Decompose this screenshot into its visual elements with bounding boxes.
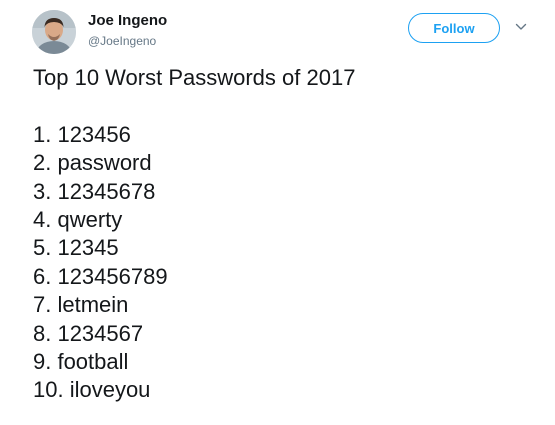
password-item-3: 3. 12345678 bbox=[33, 178, 156, 204]
author-handle[interactable]: @JoeIngeno bbox=[88, 32, 167, 50]
tweet-header: Joe Ingeno @JoeIngeno Follow bbox=[32, 8, 542, 54]
password-item-8: 8. 1234567 bbox=[33, 320, 144, 346]
tweet-title: Top 10 Worst Passwords of 2017 bbox=[33, 65, 356, 90]
password-item-6: 6. 123456789 bbox=[33, 263, 168, 289]
password-item-7: 7. letmein bbox=[33, 292, 129, 318]
password-item-4: 4. qwerty bbox=[33, 207, 123, 233]
password-item-2: 2. password bbox=[33, 150, 152, 176]
tweet-card: Joe Ingeno @JoeIngeno Follow Top 10 Wors… bbox=[0, 0, 555, 425]
author-display-name[interactable]: Joe Ingeno bbox=[88, 11, 167, 31]
password-item-5: 5. 12345 bbox=[33, 235, 119, 261]
password-item-10: 10. iloveyou bbox=[33, 377, 151, 403]
avatar[interactable] bbox=[32, 10, 76, 54]
chevron-down-icon[interactable] bbox=[514, 20, 528, 34]
password-item-9: 9. football bbox=[33, 349, 129, 375]
password-item-1: 1. 123456 bbox=[33, 121, 131, 147]
tweet-text: Top 10 Worst Passwords of 2017 1. 123456… bbox=[33, 64, 533, 405]
avatar-photo bbox=[32, 10, 76, 54]
author-info: Joe Ingeno @JoeIngeno bbox=[88, 11, 167, 50]
follow-button[interactable]: Follow bbox=[408, 13, 500, 43]
